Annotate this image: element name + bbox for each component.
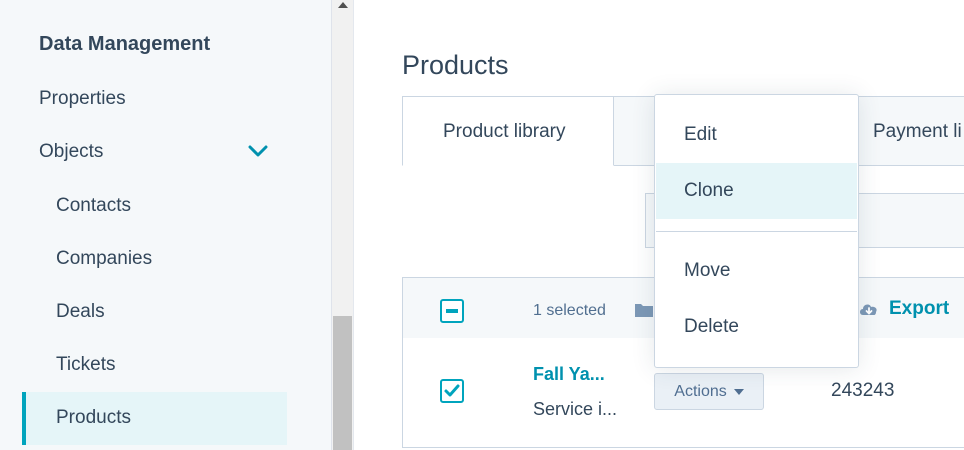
cloud-download-icon <box>860 304 877 315</box>
actions-label: Actions <box>674 382 727 400</box>
sidebar-item-tickets[interactable]: Tickets <box>56 353 115 377</box>
sidebar-section-title: Data Management <box>39 33 211 55</box>
sidebar-item-properties[interactable]: Properties <box>39 87 126 111</box>
sidebar: Data Management Properties Objects Conta… <box>0 0 332 450</box>
menu-item-move[interactable]: Move <box>656 243 857 299</box>
sidebar-item-companies[interactable]: Companies <box>56 247 152 271</box>
folder-icon[interactable] <box>634 302 654 318</box>
sidebar-scrollbar[interactable] <box>332 0 354 450</box>
scroll-up-arrow-icon[interactable] <box>337 0 349 10</box>
scrollbar-thumb[interactable] <box>333 316 352 450</box>
chevron-down-icon[interactable] <box>247 143 269 159</box>
sidebar-item-deals[interactable]: Deals <box>56 300 105 324</box>
actions-dropdown-menu: Edit Clone Move Delete <box>654 94 859 368</box>
select-all-checkbox[interactable] <box>440 299 464 323</box>
sidebar-item-products[interactable]: Products <box>56 406 131 430</box>
page-title: Products <box>402 50 509 80</box>
menu-divider <box>656 231 857 232</box>
export-label: Export <box>889 298 950 319</box>
product-sku: 243243 <box>831 380 895 401</box>
tab-product-library[interactable]: Product library <box>402 96 614 166</box>
row-checkbox[interactable] <box>440 379 464 403</box>
menu-item-edit[interactable]: Edit <box>656 107 857 163</box>
selected-count: 1 selected <box>533 302 606 319</box>
actions-button[interactable]: Actions <box>654 373 764 410</box>
product-description: Service i... <box>533 399 618 419</box>
sidebar-item-contacts[interactable]: Contacts <box>56 194 131 218</box>
checkmark-icon <box>444 384 460 397</box>
menu-item-clone[interactable]: Clone <box>656 163 857 219</box>
product-name-link[interactable]: Fall Ya... <box>533 364 605 385</box>
tab-payment-links[interactable]: Payment li <box>857 96 964 166</box>
caret-down-icon <box>733 388 744 395</box>
menu-item-delete[interactable]: Delete <box>656 299 857 355</box>
sidebar-item-objects[interactable]: Objects <box>39 140 103 164</box>
export-button[interactable]: Export <box>858 298 949 320</box>
